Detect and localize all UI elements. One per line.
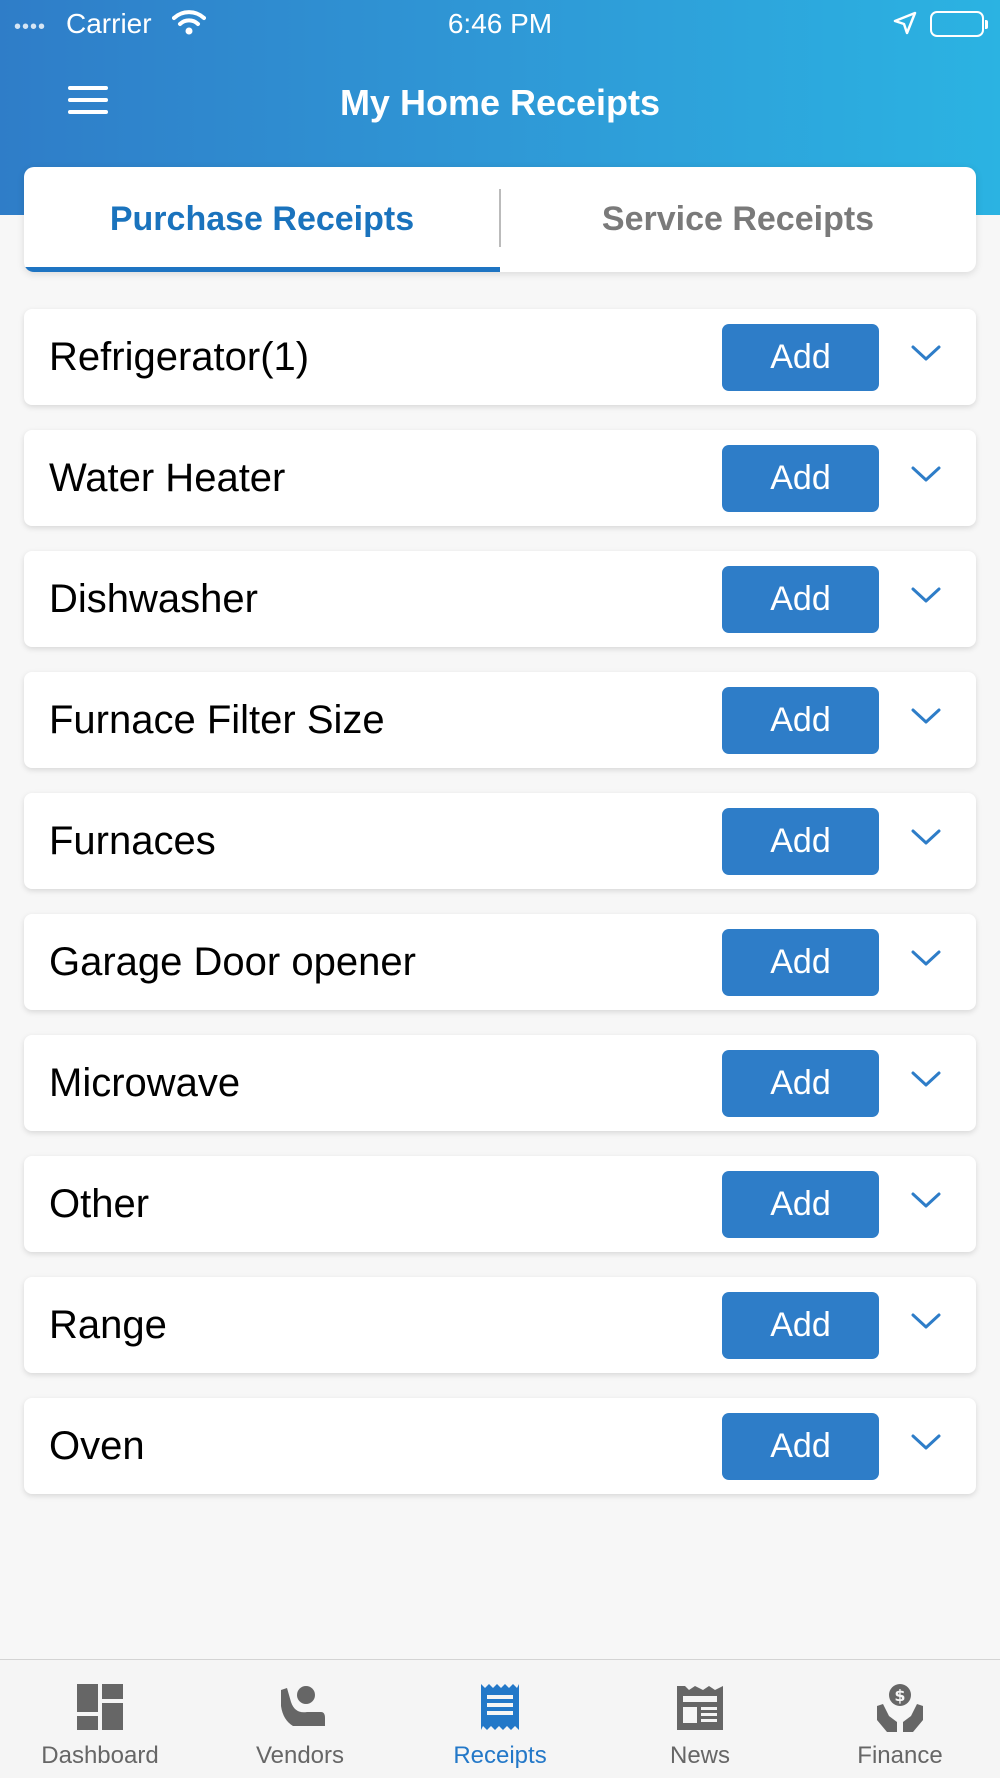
chevron-down-icon[interactable] xyxy=(910,585,942,605)
category-label: Garage Door opener xyxy=(49,939,416,984)
list-item[interactable]: Range Add xyxy=(24,1277,976,1373)
status-time: 6:46 PM xyxy=(447,8,553,39)
vendors-icon xyxy=(281,1686,325,1726)
page-title: My Home Receipts xyxy=(339,82,661,123)
tabbar-label: News xyxy=(669,1742,730,1769)
finance-icon: $ xyxy=(877,1684,923,1732)
chevron-down-icon[interactable] xyxy=(910,343,942,363)
add-button[interactable]: Add xyxy=(722,445,879,512)
chevron-down-icon[interactable] xyxy=(910,706,942,726)
category-list: Refrigerator(1) Add Water Heater Add Dis… xyxy=(24,309,976,1519)
dashboard-icon xyxy=(77,1684,123,1730)
list-item[interactable]: Microwave Add xyxy=(24,1035,976,1131)
add-button[interactable]: Add xyxy=(722,566,879,633)
bottom-tab-bar: Dashboard Vendors Receipts News $ Financ… xyxy=(0,1659,1000,1778)
add-button[interactable]: Add xyxy=(722,1413,879,1480)
tabbar-item-dashboard[interactable]: Dashboard xyxy=(0,1660,200,1778)
tab-divider xyxy=(499,189,501,247)
add-button[interactable]: Add xyxy=(722,1171,879,1238)
chevron-down-icon[interactable] xyxy=(910,1311,942,1331)
category-label: Water Heater xyxy=(49,455,286,500)
list-item[interactable]: Other Add xyxy=(24,1156,976,1252)
category-label: Oven xyxy=(49,1423,145,1468)
list-item[interactable]: Dishwasher Add xyxy=(24,551,976,647)
category-label: Dishwasher xyxy=(49,576,258,621)
tabbar-item-finance[interactable]: $ Finance xyxy=(800,1660,1000,1778)
add-button[interactable]: Add xyxy=(722,1292,879,1359)
add-button[interactable]: Add xyxy=(722,1050,879,1117)
svg-text:$: $ xyxy=(894,1686,905,1705)
tabbar-item-vendors[interactable]: Vendors xyxy=(200,1660,400,1778)
chevron-down-icon[interactable] xyxy=(910,948,942,968)
tabbar-label: Receipts xyxy=(453,1742,547,1769)
category-label: Refrigerator(1) xyxy=(49,334,310,379)
add-button[interactable]: Add xyxy=(722,687,879,754)
chevron-down-icon[interactable] xyxy=(910,464,942,484)
category-label: Other xyxy=(49,1181,150,1226)
tabbar-label: Finance xyxy=(857,1742,943,1769)
add-button[interactable]: Add xyxy=(722,929,879,996)
chevron-down-icon[interactable] xyxy=(910,1069,942,1089)
receipts-icon xyxy=(481,1684,519,1730)
chevron-down-icon[interactable] xyxy=(910,827,942,847)
tabbar-item-receipts[interactable]: Receipts xyxy=(400,1660,600,1778)
receipt-type-tabs: Purchase Receipts Service Receipts xyxy=(24,167,976,272)
category-label: Microwave xyxy=(49,1060,241,1105)
category-label: Range xyxy=(49,1302,167,1347)
battery-icon xyxy=(930,11,988,37)
chevron-down-icon[interactable] xyxy=(910,1190,942,1210)
tabbar-label: Vendors xyxy=(255,1742,345,1769)
tab-purchase-receipts[interactable]: Purchase Receipts xyxy=(24,167,500,272)
category-label: Furnace Filter Size xyxy=(49,697,385,742)
status-bar: •••• Carrier 6:46 PM xyxy=(0,0,1000,48)
tabbar-label: Dashboard xyxy=(41,1742,159,1769)
list-item[interactable]: Furnace Filter Size Add xyxy=(24,672,976,768)
chevron-down-icon[interactable] xyxy=(910,1432,942,1452)
add-button[interactable]: Add xyxy=(722,324,879,391)
location-arrow-icon xyxy=(893,10,917,42)
list-item[interactable]: Refrigerator(1) Add xyxy=(24,309,976,405)
list-item[interactable]: Water Heater Add xyxy=(24,430,976,526)
add-button[interactable]: Add xyxy=(722,808,879,875)
tabbar-item-news[interactable]: News xyxy=(600,1660,800,1778)
list-item[interactable]: Oven Add xyxy=(24,1398,976,1494)
tab-service-receipts[interactable]: Service Receipts xyxy=(500,167,976,272)
news-icon xyxy=(677,1686,723,1730)
list-item[interactable]: Furnaces Add xyxy=(24,793,976,889)
list-item[interactable]: Garage Door opener Add xyxy=(24,914,976,1010)
category-label: Furnaces xyxy=(49,818,216,863)
